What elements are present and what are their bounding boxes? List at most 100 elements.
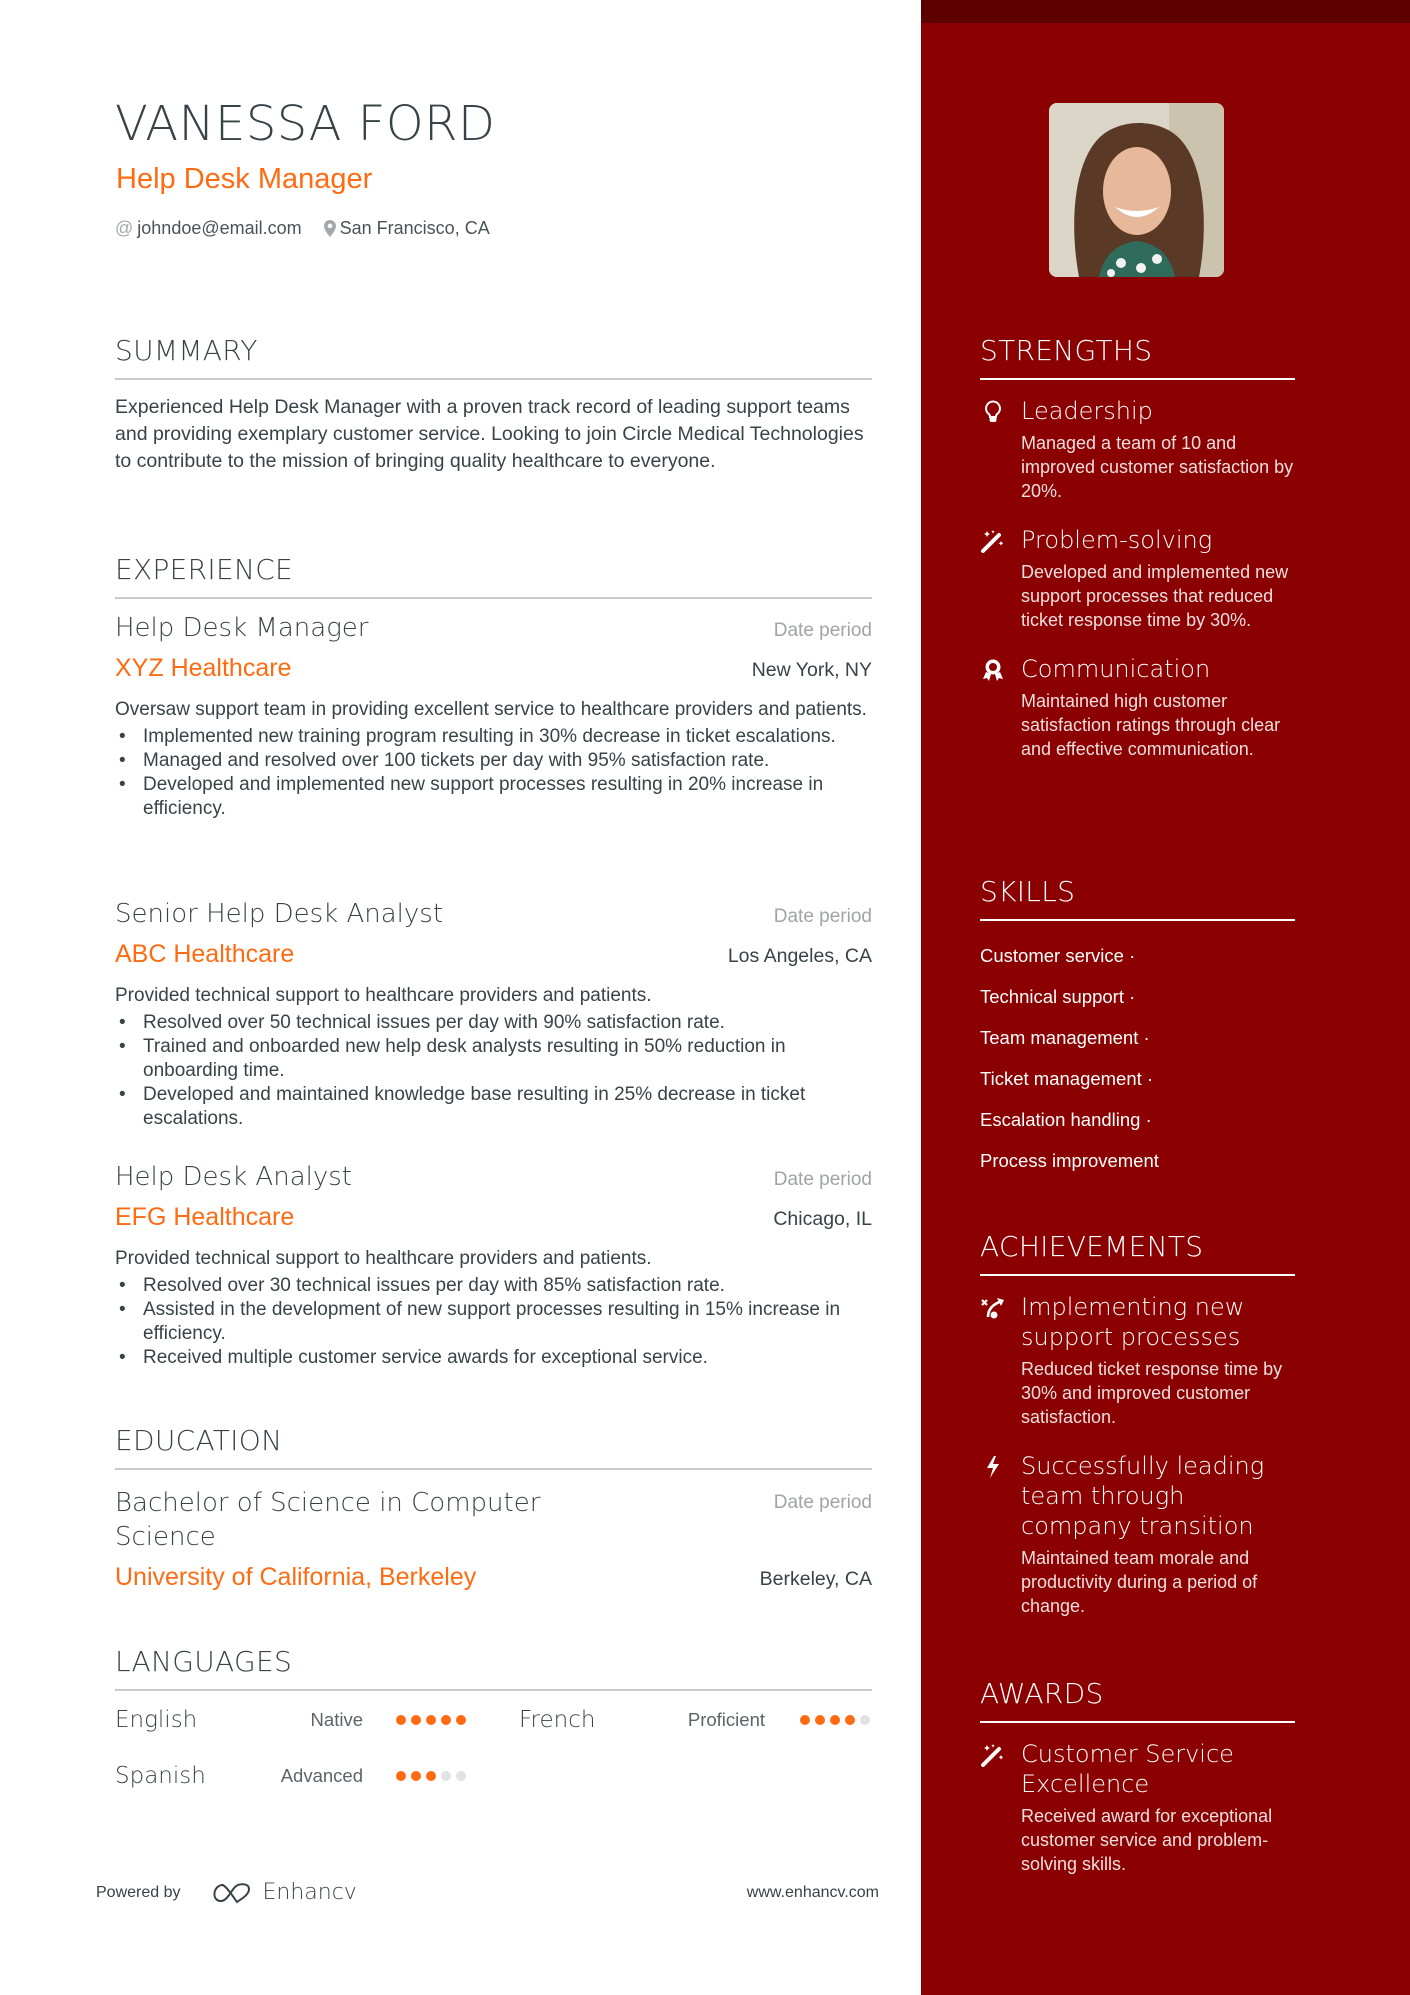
language-name: Spanish xyxy=(115,1763,206,1789)
experience-entry: Help Desk Analyst Date period EFG Health… xyxy=(115,1163,872,1370)
rating-dot-filled xyxy=(830,1715,840,1725)
enhancv-logo[interactable]: Enhancv xyxy=(209,1880,357,1905)
brand-name: Enhancv xyxy=(262,1880,357,1905)
section-divider xyxy=(115,378,872,380)
job-bullet: Received multiple customer service award… xyxy=(115,1346,872,1370)
sidebar: STRENGTHS Leadership Managed a team of 1… xyxy=(921,0,1410,1995)
school-location: Berkeley, CA xyxy=(759,1568,872,1590)
magic-wand-icon xyxy=(980,1742,1006,1768)
job-bullet: Resolved over 50 technical issues per da… xyxy=(115,1011,872,1035)
strengths-heading: STRENGTHS xyxy=(980,334,1153,367)
skill-item: Ticket management · xyxy=(980,1068,1154,1089)
award-medal-icon xyxy=(980,657,1006,683)
experience-section: EXPERIENCE xyxy=(115,556,872,599)
education-section: EDUCATION Bachelor of Science in Compute… xyxy=(115,1427,872,1592)
job-bullets: Resolved over 30 technical issues per da… xyxy=(115,1274,872,1370)
strength-description: Maintained high customer satisfaction ra… xyxy=(1021,691,1281,759)
location-text: San Francisco, CA xyxy=(339,218,490,238)
powered-by: Powered by Enhancv xyxy=(96,1880,357,1905)
languages-section: LANGUAGES English Native French Proficie… xyxy=(115,1648,872,1815)
rating-dot-filled xyxy=(800,1715,810,1725)
job-bullet: Implemented new training program resulti… xyxy=(115,725,872,749)
email-text: johndoe@email.com xyxy=(137,218,302,238)
profile-photo xyxy=(1049,103,1224,277)
language-rating xyxy=(396,1771,471,1781)
section-divider xyxy=(115,597,872,599)
rating-dot-empty xyxy=(860,1715,870,1725)
experience-heading: EXPERIENCE xyxy=(115,553,294,586)
website-link[interactable]: www.enhancv.com xyxy=(747,1884,879,1902)
strength-title: Problem-solving xyxy=(1021,526,1213,554)
job-description: Oversaw support team in providing excell… xyxy=(115,699,867,721)
job-location: Chicago, IL xyxy=(773,1207,872,1230)
achievement-title: Implementing new support processes xyxy=(1021,1293,1245,1351)
job-bullet: Assisted in the development of new suppo… xyxy=(115,1298,872,1346)
contact-location: San Francisco, CA xyxy=(323,218,490,239)
achievement-item: Implementing new support processes Reduc… xyxy=(980,1292,1295,1429)
achievements-heading: ACHIEVEMENTS xyxy=(980,1230,1204,1263)
rating-dot-filled xyxy=(411,1715,421,1725)
job-bullets: Resolved over 50 technical issues per da… xyxy=(115,1011,872,1131)
experience-entry: Help Desk Manager Date period XYZ Health… xyxy=(115,614,872,821)
at-icon: @ xyxy=(115,218,134,238)
strength-item: Problem-solving Developed and implemente… xyxy=(980,525,1295,632)
rating-dot-empty xyxy=(456,1771,466,1781)
job-date: Date period xyxy=(773,906,872,927)
job-company: ABC Healthcare xyxy=(115,939,295,968)
language-rating xyxy=(396,1715,471,1725)
achievement-description: Reduced ticket response time by 30% and … xyxy=(1021,1359,1283,1427)
strength-item: Leadership Managed a team of 10 and impr… xyxy=(980,396,1295,503)
skill-item: Process improvement xyxy=(980,1150,1159,1171)
languages-list: English Native French Proficient Spanish… xyxy=(115,1705,872,1815)
job-role: Help Desk Analyst xyxy=(115,1162,352,1192)
award-description: Received award for exceptional customer … xyxy=(1021,1806,1273,1874)
job-company: EFG Healthcare xyxy=(115,1202,295,1231)
section-divider xyxy=(115,1689,872,1691)
achievement-description: Maintained team morale and productivity … xyxy=(1021,1548,1258,1616)
summary-section: SUMMARY Experienced Help Desk Manager wi… xyxy=(115,337,872,475)
language-item: Spanish Advanced xyxy=(115,1761,466,1791)
education-heading: EDUCATION xyxy=(115,1424,283,1457)
rating-dot-filled xyxy=(441,1715,451,1725)
award-title: Customer Service Excellence xyxy=(1021,1740,1234,1798)
strength-title: Leadership xyxy=(1021,397,1153,425)
language-rating xyxy=(800,1715,875,1725)
rating-dot-empty xyxy=(441,1771,451,1781)
section-divider xyxy=(115,1468,872,1470)
magic-wand-icon xyxy=(980,528,1006,554)
candidate-name: VANESSA FORD xyxy=(115,96,496,152)
enhancv-logo-icon xyxy=(213,1882,250,1903)
awards-section: AWARDS Customer Service Excellence Recei… xyxy=(980,1680,1295,1876)
rating-dot-filled xyxy=(426,1715,436,1725)
skill-item: Technical support · xyxy=(980,986,1136,1007)
contact-email[interactable]: @ johndoe@email.com xyxy=(115,218,302,239)
section-divider xyxy=(980,919,1295,921)
section-divider xyxy=(980,378,1295,380)
skill-item: Customer service · xyxy=(980,945,1136,966)
main-column: VANESSA FORD Help Desk Manager @ johndoe… xyxy=(0,0,921,1995)
strengths-section: STRENGTHS Leadership Managed a team of 1… xyxy=(980,337,1295,761)
section-divider xyxy=(980,1274,1295,1276)
achievements-section: ACHIEVEMENTS Implementing new support pr… xyxy=(980,1233,1295,1618)
rating-dot-filled xyxy=(396,1771,406,1781)
job-location: New York, NY xyxy=(751,658,872,681)
strength-description: Managed a team of 10 and improved custom… xyxy=(1021,433,1294,501)
experience-entry: Senior Help Desk Analyst Date period ABC… xyxy=(115,900,872,1131)
language-level: Native xyxy=(310,1709,363,1730)
rating-dot-filled xyxy=(456,1715,466,1725)
skills-section: SKILLS Customer service · Technical supp… xyxy=(980,878,1295,1181)
strategy-path-icon xyxy=(980,1295,1006,1321)
powered-by-label: Powered by xyxy=(96,1883,181,1901)
skills-heading: SKILLS xyxy=(980,875,1076,908)
job-role: Help Desk Manager xyxy=(115,613,369,643)
skills-list: Customer service · Technical support · T… xyxy=(980,935,1295,1181)
rating-dot-filled xyxy=(396,1715,406,1725)
footer: Powered by Enhancv www.enhancv.com xyxy=(96,1880,879,1905)
strength-title: Communication xyxy=(1021,655,1211,683)
sidebar-top-band xyxy=(921,0,1410,23)
school-name: University of California, Berkeley xyxy=(115,1563,477,1591)
job-date: Date period xyxy=(773,620,872,641)
map-pin-icon xyxy=(323,220,336,237)
summary-heading: SUMMARY xyxy=(115,334,258,367)
job-description: Provided technical support to healthcare… xyxy=(115,985,652,1007)
